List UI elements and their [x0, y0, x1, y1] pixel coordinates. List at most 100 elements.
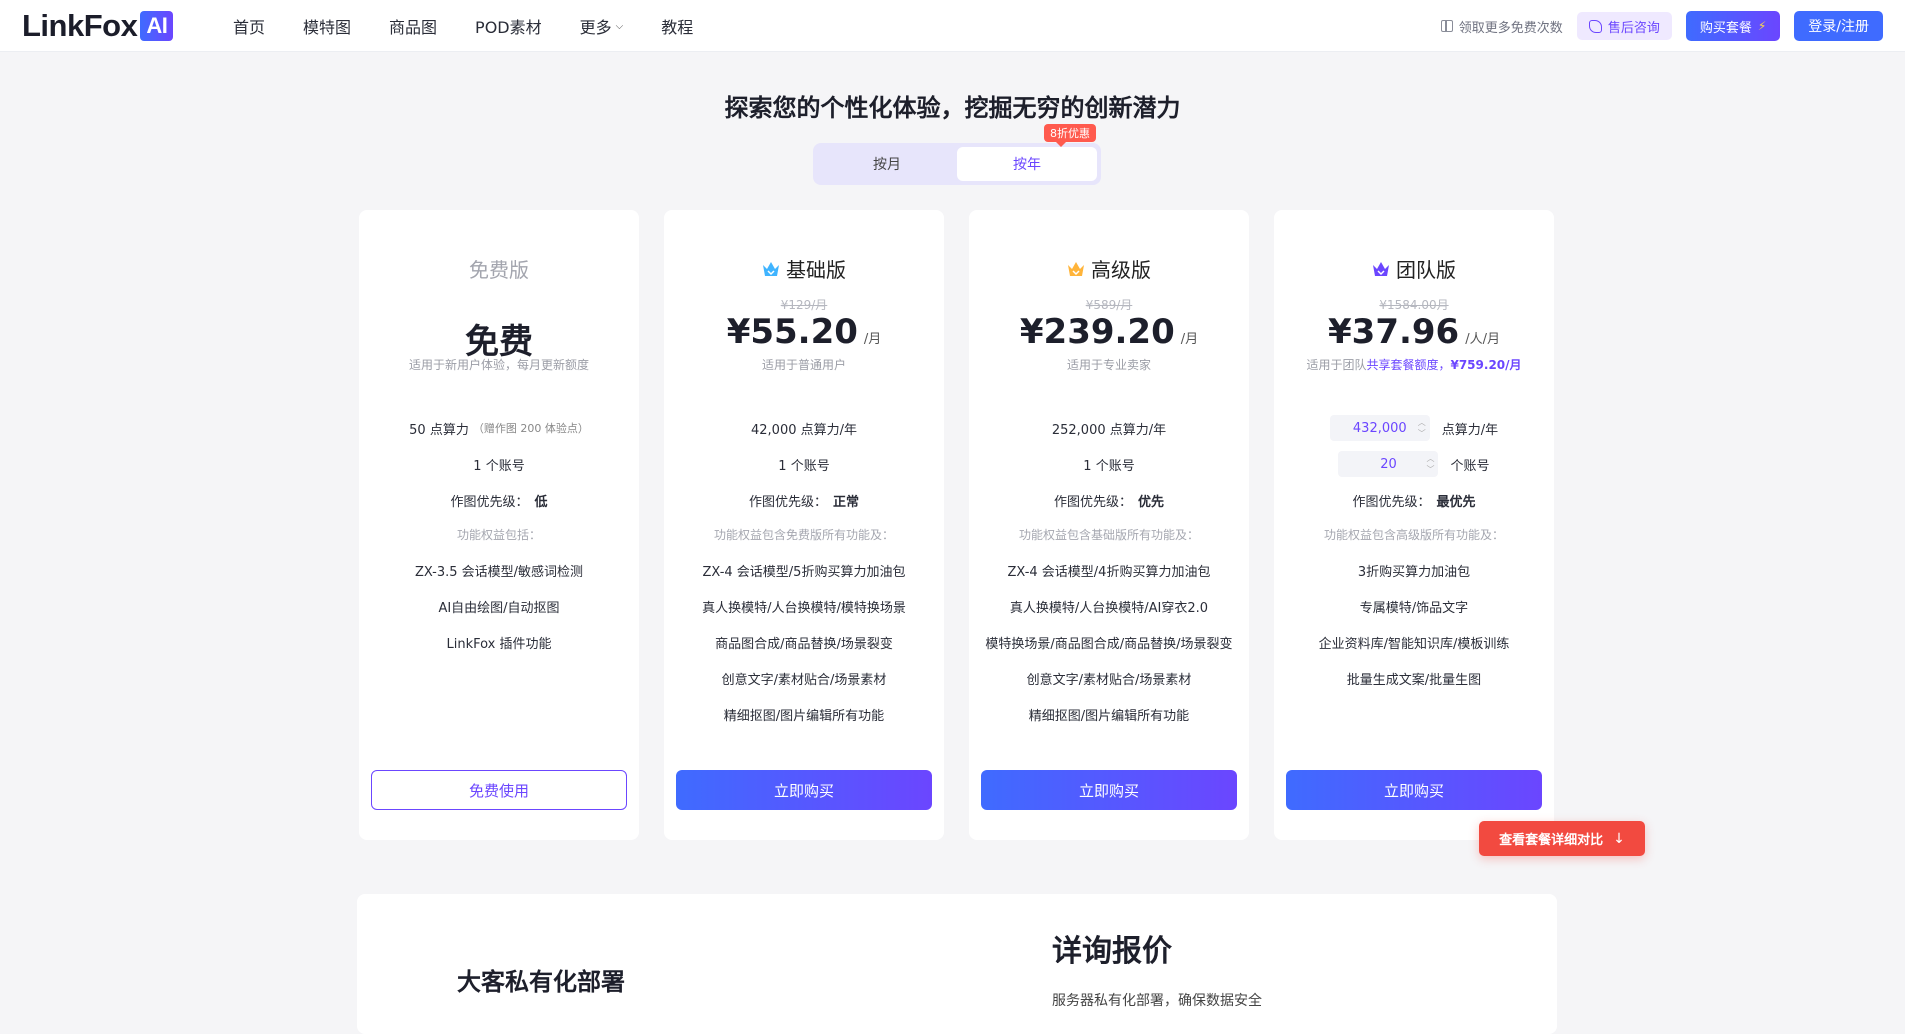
price-amount: ¥37.96: [1328, 312, 1460, 352]
buy-plan-button[interactable]: 购买套餐 ⚡: [1685, 11, 1781, 41]
feature-item: ZX-3.5 会话模型/敏感词检测: [414, 564, 584, 580]
feature-item: LinkFox 插件功能: [446, 636, 552, 652]
priority-label: 作图优先级：: [1053, 494, 1132, 510]
price-unit: /月: [863, 332, 882, 347]
feature-item: 商品图合成/商品替换/场景裂变: [715, 636, 893, 652]
phone-icon: [1588, 19, 1602, 33]
feature-item: 专属模特/饰品文字: [1359, 600, 1469, 616]
priority-label: 作图优先级：: [450, 494, 529, 510]
plan-name-row: 基础版: [664, 254, 944, 283]
plan-desc: 适用于新用户体验，每月更新额度: [408, 358, 589, 372]
plan-card-team: 团队版 ¥1584.00月 ¥37.96 /人/月 适用于团队共享套餐额度，¥7…: [1274, 210, 1554, 840]
nav-tutorial[interactable]: 教程: [661, 14, 693, 38]
login-button[interactable]: 登录/注册: [1794, 11, 1883, 41]
logo-text: LinkFox: [22, 8, 138, 43]
quota-accounts: 1 个账号: [778, 458, 830, 474]
nav-pod-assets[interactable]: POD素材: [475, 14, 542, 38]
toggle-monthly[interactable]: 按月: [817, 147, 957, 181]
price-unit: /人/月: [1465, 332, 1500, 347]
main-nav: 首页 模特图 商品图 POD素材 更多 ⌵ 教程: [233, 0, 731, 52]
logo[interactable]: LinkFox AI: [22, 8, 174, 44]
plan-quota: 252,000 点算力/年 1 个账号 作图优先级： 优先: [969, 410, 1249, 518]
quota-accounts: 20 ︿ ﹀ 个账号: [1274, 446, 1554, 482]
plan-desc: 适用于专业卖家: [1066, 358, 1151, 372]
chevron-down-icon[interactable]: ﹀: [1426, 464, 1434, 475]
stepper-arrows[interactable]: ︿ ﹀: [1418, 417, 1426, 439]
compare-label: 查看套餐详细对比: [1499, 833, 1604, 848]
points-stepper[interactable]: 432,000 ︿ ﹀: [1329, 415, 1430, 441]
quote-title: 详询报价: [1052, 934, 1172, 969]
plan-name: 基础版: [786, 258, 846, 282]
plan-cards: 免费版 免费 适用于新用户体验，每月更新额度 50 点算力 （赠作图 200 体…: [359, 210, 1554, 840]
chevron-up-icon[interactable]: ︿: [1426, 453, 1434, 464]
compare-plans-button[interactable]: 查看套餐详细对比 ↓: [1479, 821, 1645, 856]
plan-card-advanced: 高级版 ¥589/月 ¥239.20 /月 适用于专业卖家 252,000 点算…: [969, 210, 1249, 840]
points-label: 50 点算力: [409, 422, 469, 438]
buy-team-button[interactable]: 立即购买: [1286, 770, 1542, 810]
buy-advanced-button[interactable]: 立即购买: [981, 770, 1237, 810]
features-title: 功能权益包含免费版所有功能及：: [713, 528, 894, 542]
chevron-down-icon[interactable]: ﹀: [1418, 428, 1426, 439]
original-price: ¥589/月: [1085, 298, 1133, 312]
stepper-arrows[interactable]: ︿ ﹀: [1426, 453, 1434, 475]
price-unit: /月: [1180, 332, 1199, 347]
arrow-down-icon: ↓: [1613, 830, 1625, 847]
nav-home[interactable]: 首页: [233, 14, 265, 38]
feature-item: 创意文字/素材贴合/场景素材: [721, 672, 887, 688]
features-title: 功能权益包括：: [456, 528, 541, 542]
feature-list: ZX-3.5 会话模型/敏感词检测 AI自由绘图/自动抠图 LinkFox 插件…: [359, 552, 639, 660]
priority-value: 正常: [833, 494, 860, 510]
crown-icon: [763, 261, 779, 276]
quota-priority: 作图优先级： 最优先: [1274, 482, 1554, 518]
priority-value: 优先: [1138, 494, 1165, 510]
discount-badge: 8折优惠: [1044, 124, 1096, 147]
feature-item: ZX-4 会话模型/4折购买算力加油包: [1007, 564, 1211, 580]
quota-points: 50 点算力 （赠作图 200 体验点）: [359, 410, 639, 446]
plan-card-free: 免费版 免费 适用于新用户体验，每月更新额度 50 点算力 （赠作图 200 体…: [359, 210, 639, 840]
price-amount: ¥55.20: [726, 312, 858, 352]
plan-name-row: 团队版: [1274, 254, 1554, 283]
buy-plan-label: 购买套餐: [1699, 20, 1752, 36]
feature-item: 3折购买算力加油包: [1357, 564, 1471, 580]
header-actions: 领取更多免费次数 售后咨询 购买套餐 ⚡ 登录/注册: [1440, 0, 1883, 52]
quota-priority: 作图优先级： 优先: [969, 482, 1249, 518]
accounts-stepper-value: 20: [1380, 456, 1397, 472]
feature-item: 精细抠图/图片编辑所有功能: [723, 708, 885, 724]
price-amount: ¥239.20: [1019, 312, 1175, 352]
feature-item: 精细抠图/图片编辑所有功能: [1028, 708, 1190, 724]
original-price: ¥129/月: [780, 298, 828, 312]
accounts-stepper[interactable]: 20 ︿ ﹀: [1338, 451, 1439, 477]
support-label: 售后咨询: [1607, 20, 1660, 36]
plan-quota: 432,000 ︿ ﹀ 点算力/年 20 ︿ ﹀ 个账号 作图优先级： 最优先: [1274, 410, 1554, 518]
chevron-up-icon[interactable]: ︿: [1418, 417, 1426, 428]
quota-accounts: 1 个账号: [473, 458, 525, 474]
nav-more[interactable]: 更多 ⌵: [580, 14, 624, 38]
support-button[interactable]: 售后咨询: [1576, 12, 1672, 40]
nav-product-image[interactable]: 商品图: [389, 14, 437, 38]
buy-basic-button[interactable]: 立即购买: [676, 770, 932, 810]
plan-quota: 50 点算力 （赠作图 200 体验点） 1 个账号 作图优先级： 低: [359, 410, 639, 518]
free-use-button[interactable]: 免费使用: [371, 770, 627, 810]
nav-model-image[interactable]: 模特图: [303, 14, 351, 38]
feature-item: 真人换模特/人台换模特/AI穿衣2.0: [1009, 600, 1209, 616]
plan-desc: 适用于团队共享套餐额度，¥759.20/月: [1274, 356, 1554, 373]
plan-price: ¥37.96 /人/月: [1274, 312, 1554, 352]
free-credits-link[interactable]: 领取更多免费次数: [1440, 17, 1563, 36]
feature-item: 真人换模特/人台换模特/模特换场景: [702, 600, 906, 616]
plan-card-basic: 基础版 ¥129/月 ¥55.20 /月 适用于普通用户 42,000 点算力/…: [664, 210, 944, 840]
plan-desc: 适用于普通用户: [761, 358, 846, 372]
plan-name: 高级版: [1091, 258, 1151, 282]
logo-badge: AI: [140, 11, 174, 41]
quota-points: 252,000 点算力/年: [1051, 422, 1167, 438]
plan-name-row: 高级版: [969, 254, 1249, 283]
plan-name: 免费版: [469, 258, 529, 282]
chevron-down-icon: ⌵: [615, 20, 624, 32]
toggle-yearly[interactable]: 按年: [957, 147, 1097, 181]
features-title: 功能权益包含高级版所有功能及：: [1323, 528, 1504, 542]
free-credits-label: 领取更多免费次数: [1458, 20, 1563, 36]
feature-item: 企业资料库/智能知识库/模板训练: [1318, 636, 1510, 652]
feature-item: 模特换场景/商品图合成/商品替换/场景裂变: [985, 636, 1233, 652]
top-header: LinkFox AI 首页 模特图 商品图 POD素材 更多 ⌵ 教程 领取更多…: [0, 0, 1905, 52]
feature-list: 3折购买算力加油包 专属模特/饰品文字 企业资料库/智能知识库/模板训练 批量生…: [1274, 552, 1554, 696]
feature-list: ZX-4 会话模型/5折购买算力加油包 真人换模特/人台换模特/模特换场景 商品…: [664, 552, 944, 732]
